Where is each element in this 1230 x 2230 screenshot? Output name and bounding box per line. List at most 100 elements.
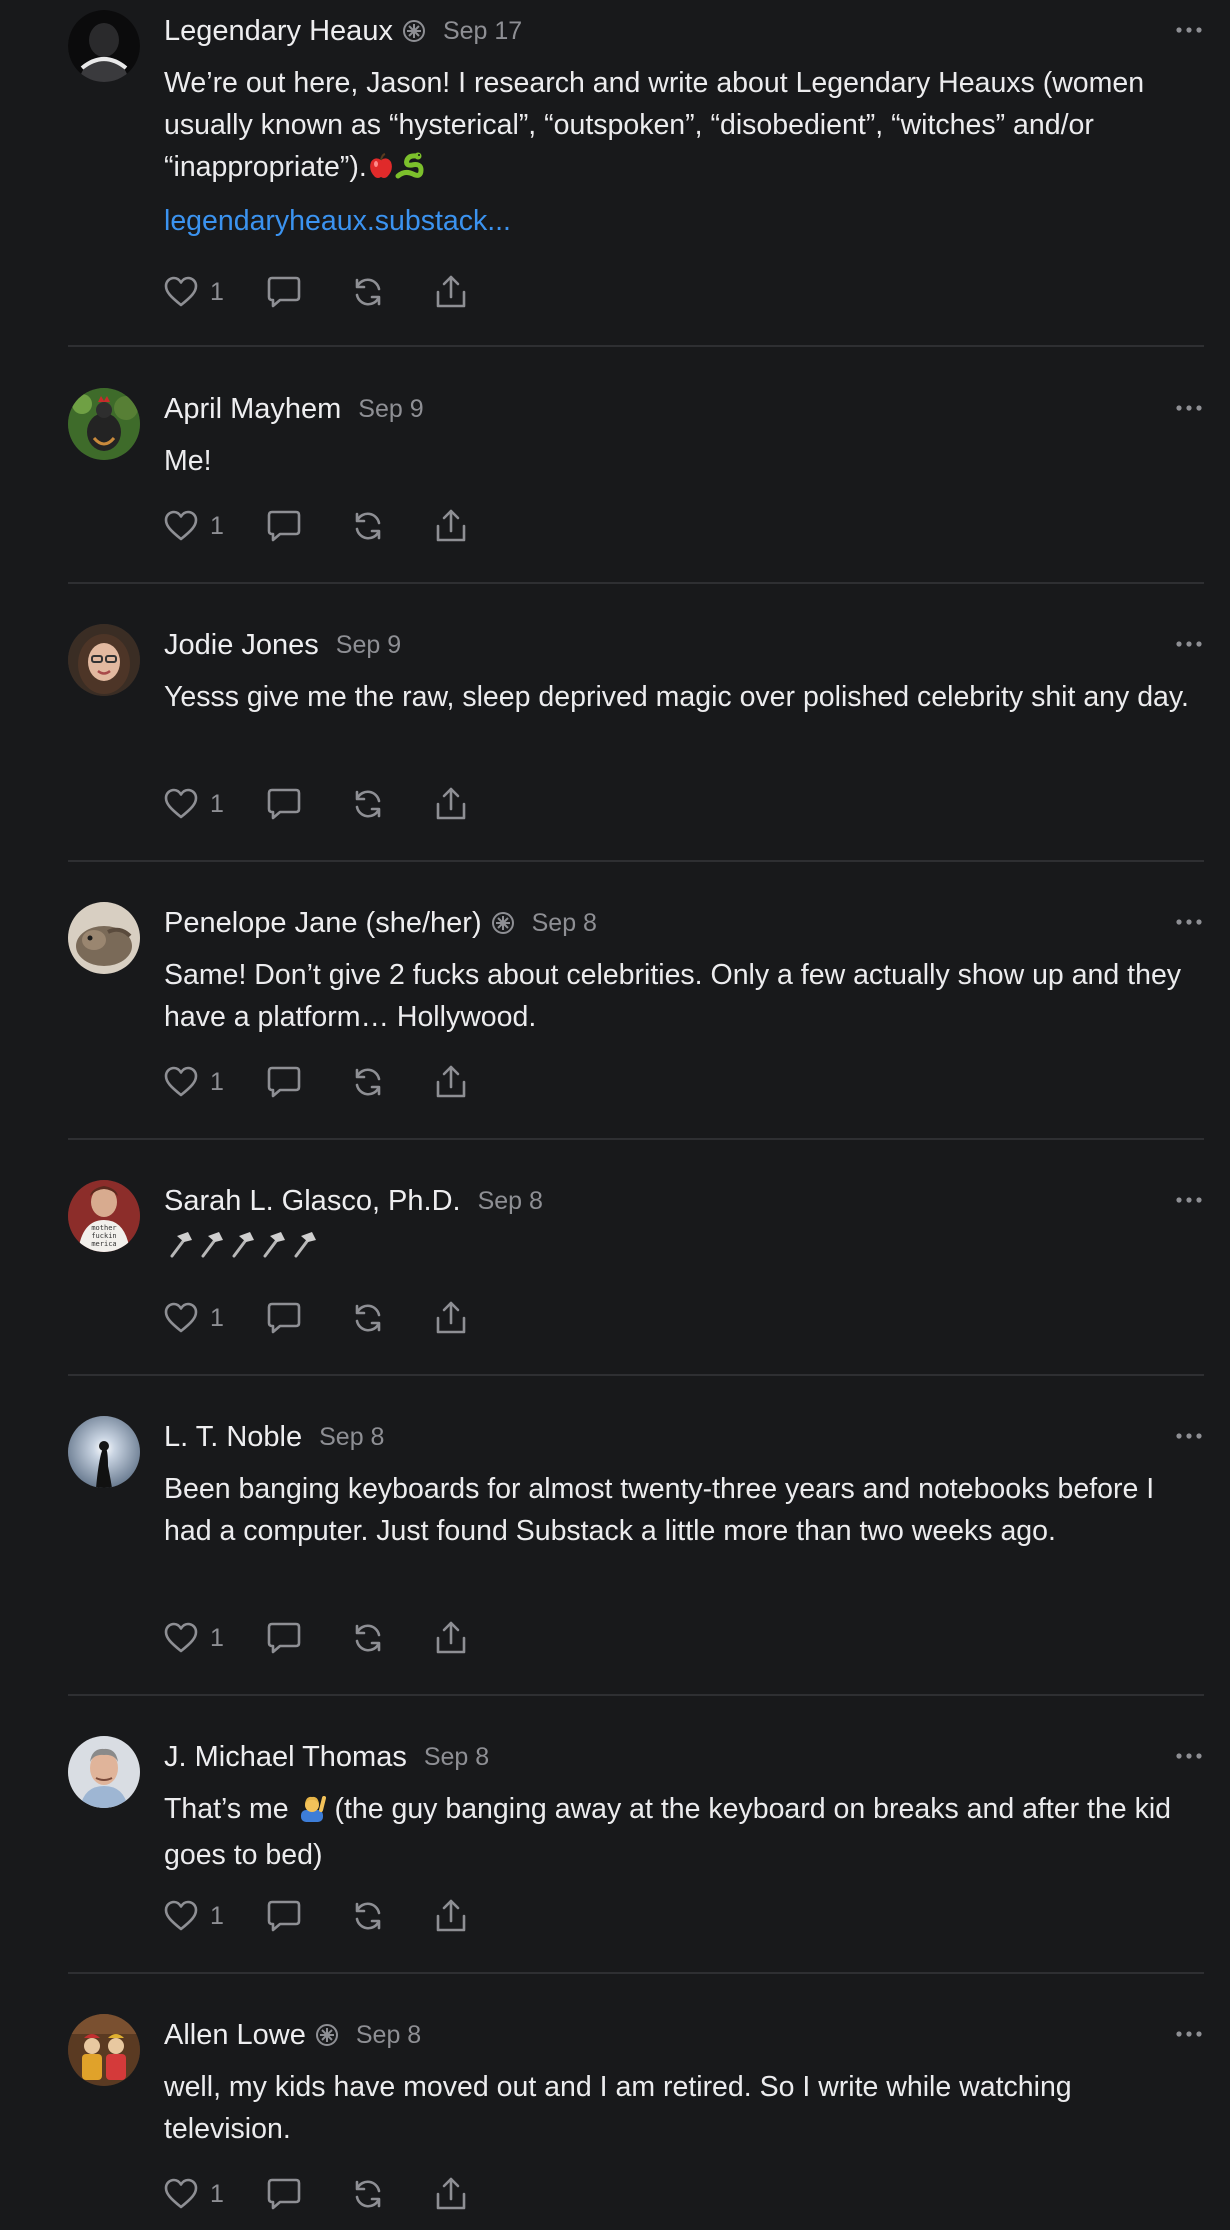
more-options-icon[interactable] xyxy=(1174,632,1204,656)
restack-button[interactable] xyxy=(350,275,386,309)
restack-button[interactable] xyxy=(350,1065,386,1099)
comment-feed: Legendary Heaux Sep 17 We’re out here, J… xyxy=(0,0,1230,2230)
comment-date[interactable]: Sep 8 xyxy=(319,1423,384,1452)
divider xyxy=(68,1138,1204,1140)
restack-button[interactable] xyxy=(350,1301,386,1335)
restack-icon xyxy=(350,787,386,821)
like-count: 1 xyxy=(210,2179,224,2208)
more-options-icon[interactable] xyxy=(1174,910,1204,934)
share-button[interactable] xyxy=(434,2176,468,2212)
like-button[interactable]: 1 xyxy=(164,276,224,308)
like-button[interactable]: 1 xyxy=(164,1302,224,1334)
reply-button[interactable] xyxy=(266,787,302,821)
comment-header: Sarah L. Glasco, Ph.D. Sep 8 xyxy=(164,1182,543,1220)
comment-actions: 1 xyxy=(164,506,468,546)
heart-icon xyxy=(164,2178,198,2210)
share-button[interactable] xyxy=(434,786,468,822)
share-button[interactable] xyxy=(434,1300,468,1336)
divider xyxy=(68,1694,1204,1696)
author-name[interactable]: Jodie Jones xyxy=(164,629,319,662)
share-icon xyxy=(434,2176,468,2212)
comment-date[interactable]: Sep 8 xyxy=(532,909,597,938)
comment-item: L. T. Noble Sep 8 Been banging keyboards… xyxy=(68,1416,1204,1666)
share-button[interactable] xyxy=(434,508,468,544)
comment-date[interactable]: Sep 8 xyxy=(356,2021,421,2050)
like-button[interactable]: 1 xyxy=(164,1066,224,1098)
reply-button[interactable] xyxy=(266,1301,302,1335)
comment-bubble-icon xyxy=(266,1899,302,1933)
author-name[interactable]: Sarah L. Glasco, Ph.D. xyxy=(164,1185,461,1218)
comment-bubble-icon xyxy=(266,1621,302,1655)
reply-button[interactable] xyxy=(266,2177,302,2211)
like-button[interactable]: 1 xyxy=(164,1900,224,1932)
comment-date[interactable]: Sep 17 xyxy=(443,17,522,46)
share-button[interactable] xyxy=(434,1064,468,1100)
author-name[interactable]: L. T. Noble xyxy=(164,1421,302,1454)
comment-item: J. Michael Thomas Sep 8 That’s me (the g… xyxy=(68,1736,1204,1936)
divider xyxy=(68,1972,1204,1974)
author-name[interactable]: J. Michael Thomas xyxy=(164,1741,407,1774)
more-options-icon[interactable] xyxy=(1174,396,1204,420)
divider xyxy=(68,582,1204,584)
restack-button[interactable] xyxy=(350,1621,386,1655)
more-options-icon[interactable] xyxy=(1174,1188,1204,1212)
restack-button[interactable] xyxy=(350,2177,386,2211)
comment-text-before: That’s me xyxy=(164,1793,289,1825)
more-options-icon[interactable] xyxy=(1174,1744,1204,1768)
comment-date[interactable]: Sep 8 xyxy=(424,1743,489,1772)
avatar[interactable] xyxy=(68,902,140,974)
share-button[interactable] xyxy=(434,1898,468,1934)
avatar[interactable] xyxy=(68,624,140,696)
snake-icon xyxy=(395,150,425,192)
author-name[interactable]: Penelope Jane (she/her) xyxy=(164,907,482,940)
comment-actions: 1 xyxy=(164,272,468,312)
author-name[interactable]: Legendary Heaux xyxy=(164,15,393,48)
share-button[interactable] xyxy=(434,274,468,310)
reply-button[interactable] xyxy=(266,1899,302,1933)
comment-actions: 1 xyxy=(164,1062,468,1102)
avatar[interactable] xyxy=(68,2014,140,2086)
share-button[interactable] xyxy=(434,1620,468,1656)
author-name[interactable]: Allen Lowe xyxy=(164,2019,306,2052)
comment-actions: 1 xyxy=(164,784,468,824)
comment-header: Jodie Jones Sep 9 xyxy=(164,626,401,664)
comment-bubble-icon xyxy=(266,787,302,821)
restack-button[interactable] xyxy=(350,787,386,821)
more-options-icon[interactable] xyxy=(1174,18,1204,42)
like-count: 1 xyxy=(210,1303,224,1332)
heart-icon xyxy=(164,1622,198,1654)
reply-button[interactable] xyxy=(266,509,302,543)
comment-text: Me! xyxy=(164,445,212,477)
like-button[interactable]: 1 xyxy=(164,788,224,820)
like-button[interactable]: 1 xyxy=(164,2178,224,2210)
like-button[interactable]: 1 xyxy=(164,1622,224,1654)
like-button[interactable]: 1 xyxy=(164,510,224,542)
heart-icon xyxy=(164,510,198,542)
comment-date[interactable]: Sep 9 xyxy=(358,395,423,424)
avatar[interactable] xyxy=(68,388,140,460)
more-options-icon[interactable] xyxy=(1174,1424,1204,1448)
restack-icon xyxy=(350,509,386,543)
avatar[interactable] xyxy=(68,1416,140,1488)
comment-text: That’s me (the guy banging away at the k… xyxy=(164,1788,1204,1876)
comment-bubble-icon xyxy=(266,1301,302,1335)
comment-header: Allen Lowe Sep 8 xyxy=(164,2016,421,2054)
divider xyxy=(68,345,1204,347)
like-count: 1 xyxy=(210,789,224,818)
red-apple-icon xyxy=(367,150,395,192)
restack-icon xyxy=(350,1065,386,1099)
reply-button[interactable] xyxy=(266,1065,302,1099)
avatar[interactable] xyxy=(68,10,140,82)
more-options-icon[interactable] xyxy=(1174,2022,1204,2046)
comment-date[interactable]: Sep 8 xyxy=(478,1187,543,1216)
avatar[interactable]: mother fuckin merica xyxy=(68,1180,140,1252)
restack-button[interactable] xyxy=(350,509,386,543)
avatar[interactable] xyxy=(68,1736,140,1808)
reply-button[interactable] xyxy=(266,275,302,309)
restack-icon xyxy=(350,275,386,309)
restack-button[interactable] xyxy=(350,1899,386,1933)
reply-button[interactable] xyxy=(266,1621,302,1655)
comment-date[interactable]: Sep 9 xyxy=(336,631,401,660)
author-name[interactable]: April Mayhem xyxy=(164,393,341,426)
external-link[interactable]: legendaryheaux.substack... xyxy=(164,200,511,242)
